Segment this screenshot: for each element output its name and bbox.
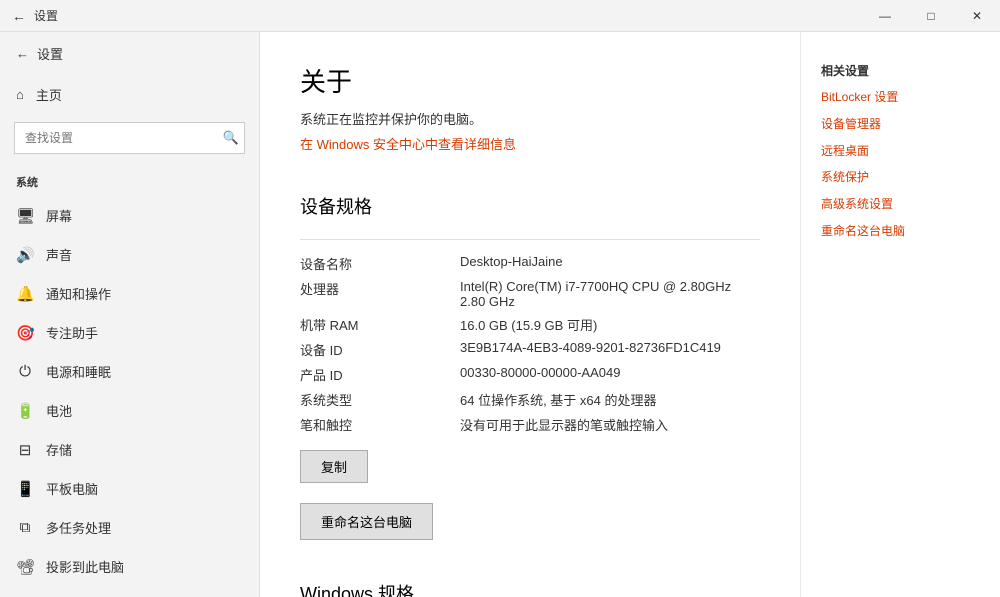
multitask-label: 多任务处理 — [46, 518, 111, 537]
device-section-title: 设备规格 — [300, 193, 760, 225]
device-info-grid: 设备名称 Desktop-HaiJaine 处理器 Intel(R) Core(… — [300, 254, 760, 434]
related-link-0[interactable]: BitLocker 设置 — [821, 89, 980, 106]
device-label-1: 处理器 — [300, 279, 440, 309]
notifications-label: 通知和操作 — [46, 284, 111, 303]
storage-icon: ⊟ — [16, 441, 34, 459]
back-icon: ← — [16, 46, 29, 61]
content-area: ← 设置 ⌂ 主页 🔍 系统 🖥 屏幕 🔊 声音 🔔 通知和操 — [0, 32, 1000, 597]
focus-label: 专注助手 — [46, 323, 98, 342]
main-content: 关于 系统正在监控并保护你的电脑。 在 Windows 安全中心中查看详细信息 … — [260, 32, 800, 597]
search-input[interactable] — [14, 122, 245, 154]
sound-icon: 🔊 — [16, 246, 34, 264]
device-divider — [300, 239, 760, 240]
page-title: 关于 — [300, 62, 760, 99]
multitask-icon: ⧉ — [16, 519, 34, 536]
maximize-button[interactable]: □ — [908, 0, 954, 32]
sidebar-item-home[interactable]: ⌂ 主页 — [0, 75, 259, 114]
related-link-4[interactable]: 高级系统设置 — [821, 196, 980, 213]
windows-section-title: Windows 规格 — [300, 580, 760, 597]
copy-button[interactable]: 复制 — [300, 450, 368, 483]
device-label-2: 机带 RAM — [300, 315, 440, 334]
project-label: 投影到此电脑 — [46, 557, 124, 576]
screen-label: 屏幕 — [46, 206, 72, 225]
sidebar-item-power[interactable]: ⏻ 电源和睡眠 — [0, 352, 259, 391]
sidebar-item-sound[interactable]: 🔊 声音 — [0, 235, 259, 274]
tablet-label: 平板电脑 — [46, 479, 98, 498]
screen-icon: 🖥 — [16, 207, 34, 225]
notifications-icon: 🔔 — [16, 285, 34, 303]
related-link-1[interactable]: 设备管理器 — [821, 116, 980, 133]
close-button[interactable]: ✕ — [954, 0, 1000, 32]
tablet-icon: 📱 — [16, 480, 34, 498]
sidebar-section-title: 系统 — [0, 162, 259, 196]
power-icon: ⏻ — [16, 363, 34, 380]
related-link-5[interactable]: 重命名这台电脑 — [821, 223, 980, 240]
device-label-5: 系统类型 — [300, 390, 440, 409]
related-link-2[interactable]: 远程桌面 — [821, 143, 980, 160]
right-panel: 相关设置 BitLocker 设置 设备管理器 远程桌面 系统保护 高级系统设置… — [800, 32, 1000, 597]
device-label-3: 设备 ID — [300, 340, 440, 359]
device-value-6: 没有可用于此显示器的笔或触控输入 — [460, 415, 760, 434]
sidebar-item-shared[interactable]: ↗ 体验共享 — [0, 586, 259, 597]
device-label-0: 设备名称 — [300, 254, 440, 273]
device-value-3: 3E9B174A-4EB3-4089-9201-82736FD1C419 — [460, 340, 760, 359]
back-button[interactable]: ← 设置 — [0, 32, 259, 75]
related-link-3[interactable]: 系统保护 — [821, 169, 980, 186]
settings-window: ← 设置 — □ ✕ ← 设置 ⌂ 主页 🔍 系统 🖥 — [0, 0, 1000, 597]
power-label: 电源和睡眠 — [46, 362, 111, 381]
battery-label: 电池 — [46, 401, 72, 420]
sidebar-item-focus[interactable]: 🎯 专注助手 — [0, 313, 259, 352]
sound-label: 声音 — [46, 245, 72, 264]
storage-label: 存储 — [46, 440, 72, 459]
device-value-1: Intel(R) Core(TM) i7-7700HQ CPU @ 2.80GH… — [460, 279, 760, 309]
sidebar-item-multitask[interactable]: ⧉ 多任务处理 — [0, 508, 259, 547]
project-icon: 📽 — [16, 558, 34, 576]
rename-button[interactable]: 重命名这台电脑 — [300, 503, 433, 540]
sidebar-item-tablet[interactable]: 📱 平板电脑 — [0, 469, 259, 508]
related-title: 相关设置 — [821, 62, 980, 79]
focus-icon: 🎯 — [16, 324, 34, 342]
security-link[interactable]: 在 Windows 安全中心中查看详细信息 — [300, 134, 516, 153]
device-value-0: Desktop-HaiJaine — [460, 254, 760, 273]
search-icon[interactable]: 🔍 — [223, 130, 239, 146]
sidebar: ← 设置 ⌂ 主页 🔍 系统 🖥 屏幕 🔊 声音 🔔 通知和操 — [0, 32, 260, 597]
device-label-4: 产品 ID — [300, 365, 440, 384]
security-notice: 系统正在监控并保护你的电脑。 — [300, 109, 760, 128]
sidebar-item-project[interactable]: 📽 投影到此电脑 — [0, 547, 259, 586]
home-label: 主页 — [36, 85, 62, 104]
sidebar-item-screen[interactable]: 🖥 屏幕 — [0, 196, 259, 235]
sidebar-item-storage[interactable]: ⊟ 存储 — [0, 430, 259, 469]
home-icon: ⌂ — [16, 87, 24, 102]
title-bar: ← 设置 — □ ✕ — [0, 0, 1000, 32]
device-value-2: 16.0 GB (15.9 GB 可用) — [460, 315, 760, 334]
window-controls: — □ ✕ — [862, 0, 1000, 32]
back-arrow-icon[interactable]: ← — [12, 8, 26, 24]
title-bar-left: ← 设置 — [12, 7, 58, 24]
search-box: 🔍 — [14, 122, 245, 154]
sidebar-item-notifications[interactable]: 🔔 通知和操作 — [0, 274, 259, 313]
device-value-4: 00330-80000-00000-AA049 — [460, 365, 760, 384]
minimize-button[interactable]: — — [862, 0, 908, 32]
device-label-6: 笔和触控 — [300, 415, 440, 434]
device-value-5: 64 位操作系统, 基于 x64 的处理器 — [460, 390, 760, 409]
window-title: 设置 — [34, 7, 58, 24]
sidebar-item-battery[interactable]: 🔋 电池 — [0, 391, 259, 430]
window-title-sidebar: 设置 — [37, 44, 63, 63]
battery-icon: 🔋 — [16, 402, 34, 420]
